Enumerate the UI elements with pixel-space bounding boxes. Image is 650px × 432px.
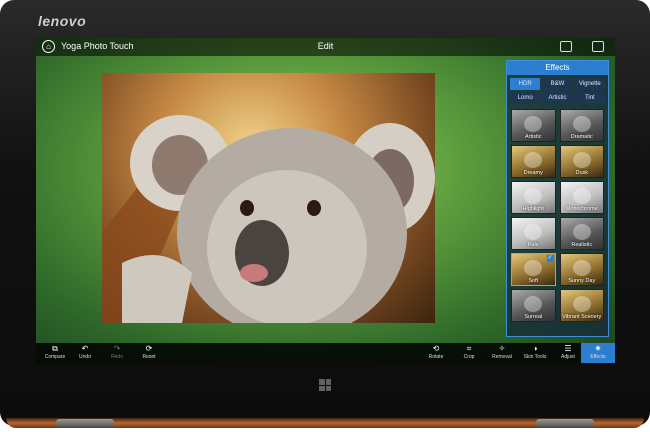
- thumbnail-image: [524, 116, 543, 132]
- effects-category-tabs: HDR B&W Vignette Lomo Artistic Tint: [507, 75, 608, 104]
- effects-panel-title: Effects: [507, 61, 608, 75]
- device-hinge: [6, 418, 644, 428]
- reset-button[interactable]: ⟳ Reset: [132, 343, 166, 363]
- thumbnail-image: [524, 224, 543, 240]
- tab-lomo[interactable]: Lomo: [510, 92, 541, 104]
- thumbnail-image: [572, 188, 591, 204]
- effect-dusk[interactable]: Dusk: [559, 145, 604, 178]
- tab-bw[interactable]: B&W: [542, 78, 573, 90]
- effect-monochrome[interactable]: Monochrome: [559, 181, 604, 214]
- effects-panel: Effects HDR B&W Vignette Lomo Artistic T…: [506, 60, 609, 337]
- effect-pale[interactable]: Pale: [511, 217, 556, 250]
- redo-icon: ↷: [113, 344, 121, 353]
- effect-artistic[interactable]: Artistic: [511, 109, 556, 142]
- reset-icon: ⟳: [145, 344, 153, 353]
- checkmark-icon: ✓: [546, 255, 554, 262]
- effect-vibrant-scenery[interactable]: Vibrant Scenery: [559, 289, 604, 322]
- tab-hdr[interactable]: HDR: [510, 78, 541, 90]
- rotate-icon: ⟲: [432, 344, 440, 353]
- effect-label: Dramatic: [570, 134, 593, 140]
- skin-tools-icon: ◑: [532, 344, 538, 353]
- window-icon[interactable]: [592, 41, 604, 52]
- thumbnail-image: [524, 188, 543, 204]
- thumbnail-image: [524, 260, 543, 276]
- thumbnail-image: [524, 152, 543, 168]
- compare-label: Compare: [44, 354, 66, 360]
- redo-label: Redo: [111, 354, 123, 360]
- skin-tools-label: Skin Tools: [523, 354, 547, 360]
- thumbnail-image: [572, 296, 591, 312]
- undo-button[interactable]: ↶ Undo: [68, 343, 102, 363]
- bottom-toolbar: ⧉ Compare ↶ Undo ↷ Redo ⟳ Reset ⟲ Rotate ⌗ Cro…: [36, 343, 615, 363]
- hinge-cap: [536, 419, 594, 427]
- adjust-icon: ☰: [564, 344, 572, 353]
- adjust-button[interactable]: ☰ Adjust: [551, 343, 585, 363]
- windows-logo-icon[interactable]: [319, 379, 331, 391]
- effects-button[interactable]: ✷ Effects: [581, 343, 615, 363]
- hinge-cap: [56, 419, 114, 427]
- effect-label: Realistic: [571, 242, 593, 248]
- thumbnail-image: [572, 224, 591, 240]
- tab-vignette[interactable]: Vignette: [574, 78, 605, 90]
- effect-label: Pale: [527, 242, 539, 248]
- effect-surreal[interactable]: Surreal: [511, 289, 556, 322]
- page-title: Edit: [317, 41, 334, 51]
- photo-canvas[interactable]: [102, 73, 435, 323]
- removal-label: Removal: [492, 354, 512, 360]
- effects-icon: ✷: [594, 344, 602, 353]
- effect-sunny-day[interactable]: Sunny Day: [559, 253, 604, 286]
- effect-dramatic[interactable]: Dramatic: [559, 109, 604, 142]
- effect-label: Artistic: [525, 134, 542, 140]
- undo-label: Undo: [79, 354, 91, 360]
- effect-label: Vibrant Scenery: [562, 314, 602, 320]
- undo-icon: ↶: [81, 344, 89, 353]
- effects-grid: Artistic Dramatic Dreamy Dusk Highlight …: [507, 104, 608, 322]
- crop-label: Crop: [463, 354, 475, 360]
- compare-icon: ⧉: [52, 344, 58, 353]
- effect-label: Dreamy: [523, 170, 543, 176]
- effect-highlight[interactable]: Highlight: [511, 181, 556, 214]
- effect-realistic[interactable]: Realistic: [559, 217, 604, 250]
- lenovo-logo: lenovo: [38, 13, 87, 29]
- skin-tools-button[interactable]: ◑ Skin Tools: [518, 343, 552, 363]
- adjust-label: Adjust: [561, 354, 575, 360]
- effect-label: Soft: [528, 278, 539, 284]
- effect-soft[interactable]: ✓ Soft: [511, 253, 556, 286]
- removal-button[interactable]: ✧ Removal: [485, 343, 519, 363]
- effects-label: Effects: [590, 354, 606, 360]
- effect-label: Sunny Day: [568, 278, 596, 284]
- thumbnail-image: [572, 116, 591, 132]
- top-bar: ⌂ Yoga Photo Touch Edit: [36, 38, 615, 56]
- reset-label: Reset: [142, 354, 156, 360]
- removal-icon: ✧: [498, 344, 506, 353]
- rotate-button[interactable]: ⟲ Rotate: [419, 343, 453, 363]
- effect-dreamy[interactable]: Dreamy: [511, 145, 556, 178]
- effect-label: Highlight: [522, 206, 544, 212]
- compare-button[interactable]: ⧉ Compare: [38, 343, 72, 363]
- tab-artistic[interactable]: Artistic: [542, 92, 573, 104]
- thumbnail-image: [572, 152, 591, 168]
- camera-icon[interactable]: [560, 41, 572, 52]
- effect-label: Surreal: [524, 314, 543, 320]
- crop-icon: ⌗: [466, 344, 472, 353]
- thumbnail-image: [572, 260, 591, 276]
- koala-photo: [102, 115, 435, 323]
- app-screen: ⌂ Yoga Photo Touch Edit Effects HDR B&W …: [36, 38, 615, 363]
- effect-label: Dusk: [575, 170, 589, 176]
- rotate-label: Rotate: [428, 354, 444, 360]
- tablet-device: lenovo ⌂ Yoga Photo Touch Edit Effects H…: [0, 0, 650, 426]
- effect-label: Monochrome: [565, 206, 598, 212]
- crop-button[interactable]: ⌗ Crop: [452, 343, 486, 363]
- tab-tint[interactable]: Tint: [574, 92, 605, 104]
- redo-button[interactable]: ↷ Redo: [100, 343, 134, 363]
- thumbnail-image: [524, 296, 543, 312]
